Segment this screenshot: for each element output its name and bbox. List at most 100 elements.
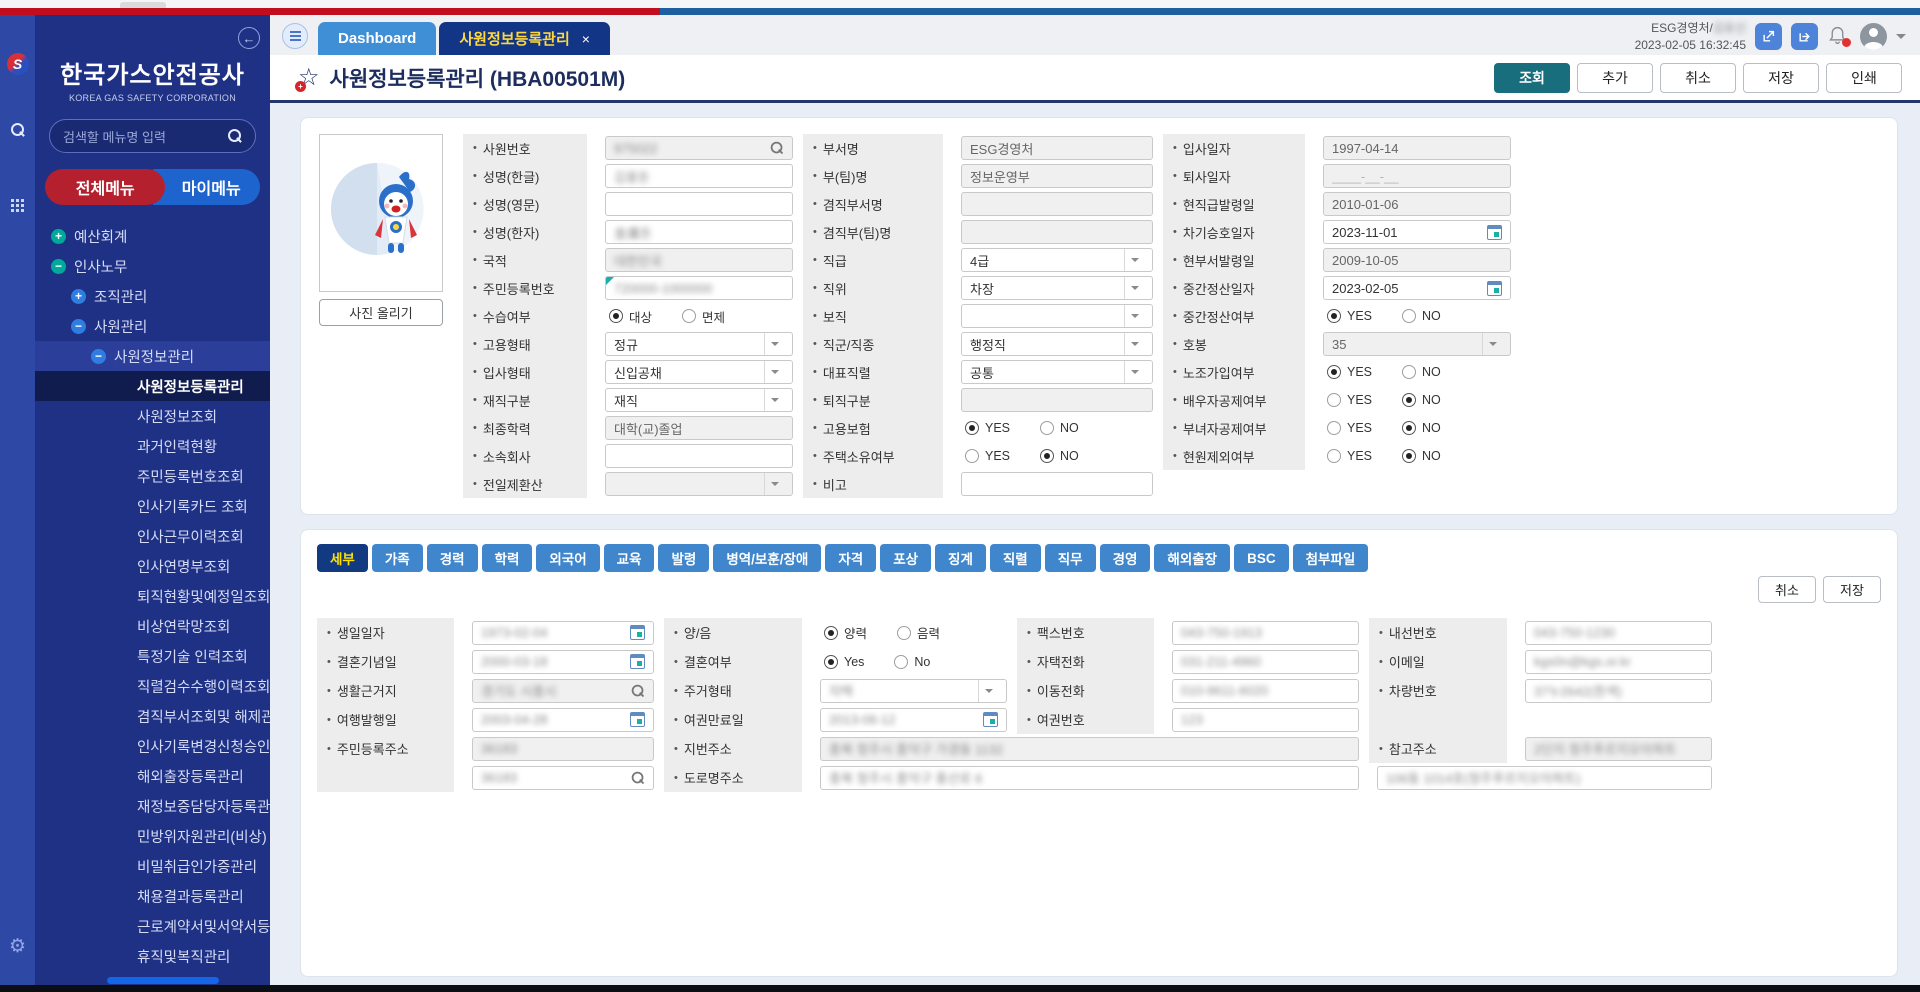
hamburger-icon[interactable] (282, 23, 308, 49)
search-icon[interactable] (11, 123, 25, 137)
apps-grid-icon[interactable] (11, 199, 14, 202)
expand-icon[interactable]: + (71, 289, 86, 304)
text-input[interactable]: 043-750-1230 (1525, 621, 1712, 645)
select-input[interactable]: 정규 (605, 332, 793, 356)
select-caret-icon[interactable] (764, 361, 784, 383)
detail-tab[interactable]: 세부 (317, 544, 368, 572)
detail-tab[interactable]: 외국어 (536, 544, 599, 572)
select-caret-icon[interactable] (764, 333, 784, 355)
radio-group[interactable]: YESNO (1323, 365, 1441, 379)
select-caret-icon[interactable] (1124, 249, 1144, 271)
radio-dot[interactable] (894, 655, 908, 669)
sidebar-item[interactable]: 인사근무이력조회 (35, 521, 270, 551)
radio-dot[interactable] (824, 655, 838, 669)
select-input[interactable]: 자택 (820, 679, 1007, 703)
collapse-icon[interactable]: − (71, 319, 86, 334)
select-caret-icon[interactable] (764, 473, 784, 495)
detail-tab[interactable]: 자격 (825, 544, 876, 572)
radio-option[interactable]: NO (1402, 365, 1441, 379)
detail-tab[interactable]: BSC (1234, 544, 1289, 572)
radio-group[interactable]: 대상면제 (605, 307, 725, 326)
date-input[interactable]: 2013-06-12 (820, 708, 1007, 732)
sidebar-item[interactable]: −사원정보관리 (35, 341, 270, 371)
detail-tab[interactable]: 교육 (604, 544, 655, 572)
action-button[interactable]: 추가 (1577, 63, 1653, 93)
text-input[interactable] (605, 192, 793, 216)
radio-option[interactable]: NO (1402, 309, 1441, 323)
date-input[interactable]: 2023-02-05 (1323, 276, 1511, 300)
action-button[interactable]: 저장 (1743, 63, 1819, 93)
sidebar-item[interactable]: −사원관리 (35, 311, 270, 341)
sidebar-item[interactable]: 비상연락망조회 (35, 611, 270, 641)
radio-dot[interactable] (1327, 449, 1341, 463)
radio-group[interactable]: YesNo (820, 655, 930, 669)
radio-group[interactable]: YESNO (1323, 449, 1441, 463)
my-menu-button[interactable]: 마이메뉴 (153, 169, 261, 205)
calendar-icon[interactable] (983, 712, 998, 727)
radio-option[interactable]: No (894, 655, 930, 669)
sidebar-item[interactable]: 사원정보조회 (35, 401, 270, 431)
calendar-icon[interactable] (630, 654, 645, 669)
radio-dot[interactable] (1327, 309, 1341, 323)
radio-option[interactable]: 양력 (824, 623, 867, 642)
sidebar-item[interactable]: 근로계약서및서약서등록관리 (35, 911, 270, 941)
radio-option[interactable]: NO (1040, 449, 1079, 463)
detail-tab[interactable]: 학력 (482, 544, 533, 572)
radio-dot[interactable] (1402, 421, 1416, 435)
sidebar-item[interactable]: −인사노무 (35, 251, 270, 281)
text-input[interactable] (961, 472, 1153, 496)
sidebar-item[interactable]: 주민등록번호조회 (35, 461, 270, 491)
calendar-icon[interactable] (1487, 225, 1502, 240)
detail-tab[interactable]: 발령 (658, 544, 709, 572)
date-input[interactable]: 2003-04-28 (472, 708, 654, 732)
calendar-icon[interactable] (630, 712, 645, 727)
radio-dot[interactable] (1402, 309, 1416, 323)
radio-option[interactable]: NO (1402, 421, 1441, 435)
open-window-button[interactable] (1755, 23, 1782, 50)
radio-dot[interactable] (609, 309, 623, 323)
tab-close-icon[interactable]: × (582, 31, 590, 47)
radio-option[interactable]: NO (1040, 421, 1079, 435)
sidebar-item[interactable]: 채용결과등록관리 (35, 881, 270, 911)
radio-option[interactable]: NO (1402, 393, 1441, 407)
text-input[interactable]: 金庸돈 (605, 220, 793, 244)
radio-dot[interactable] (1327, 365, 1341, 379)
radio-dot[interactable] (682, 309, 696, 323)
select-caret-icon[interactable] (1124, 333, 1144, 355)
photo-upload-button[interactable]: 사진 올리기 (319, 299, 443, 326)
menu-search-input[interactable]: 검색할 메뉴명 입력 (49, 119, 256, 153)
detail-tab[interactable]: 직렬 (990, 544, 1041, 572)
collapse-icon[interactable]: − (91, 349, 106, 364)
select-caret-icon[interactable] (1124, 361, 1144, 383)
select-caret-icon[interactable] (1482, 333, 1502, 355)
radio-option[interactable]: 대상 (609, 307, 652, 326)
sidebar-item[interactable]: 사원정보등록관리 (35, 371, 270, 401)
search-input[interactable]: 36183 (472, 766, 654, 790)
select-caret-icon[interactable] (1124, 277, 1144, 299)
calendar-icon[interactable] (1487, 281, 1502, 296)
radio-dot[interactable] (1402, 393, 1416, 407)
select-input[interactable] (961, 304, 1153, 328)
radio-group[interactable]: YESNO (961, 421, 1079, 435)
sidebar-item[interactable]: +예산회계 (35, 221, 270, 251)
popup-button[interactable] (1791, 23, 1818, 50)
notification-bell-icon[interactable] (1827, 24, 1851, 50)
sidebar-item[interactable]: 인사기록카드 조회 (35, 491, 270, 521)
detail-action-button[interactable]: 저장 (1823, 576, 1881, 603)
radio-option[interactable]: 음력 (897, 623, 940, 642)
radio-option[interactable]: YES (1327, 393, 1372, 407)
detail-tab[interactable]: 해외출장 (1154, 544, 1230, 572)
date-input[interactable]: 1973-02-04 (472, 621, 654, 645)
text-input[interactable]: 720000-1000000 (605, 276, 793, 300)
select-caret-icon[interactable] (764, 389, 784, 411)
radio-group[interactable]: YESNO (1323, 421, 1441, 435)
sidebar-item[interactable]: +조직관리 (35, 281, 270, 311)
radio-dot[interactable] (1040, 449, 1054, 463)
sidebar-item[interactable]: 재정보증담당자등록관리 (35, 791, 270, 821)
search-icon[interactable] (228, 129, 242, 143)
action-button[interactable]: 취소 (1660, 63, 1736, 93)
sidebar-item[interactable]: 과거인력현황 (35, 431, 270, 461)
radio-dot[interactable] (965, 449, 979, 463)
radio-dot[interactable] (1327, 393, 1341, 407)
radio-dot[interactable] (965, 421, 979, 435)
